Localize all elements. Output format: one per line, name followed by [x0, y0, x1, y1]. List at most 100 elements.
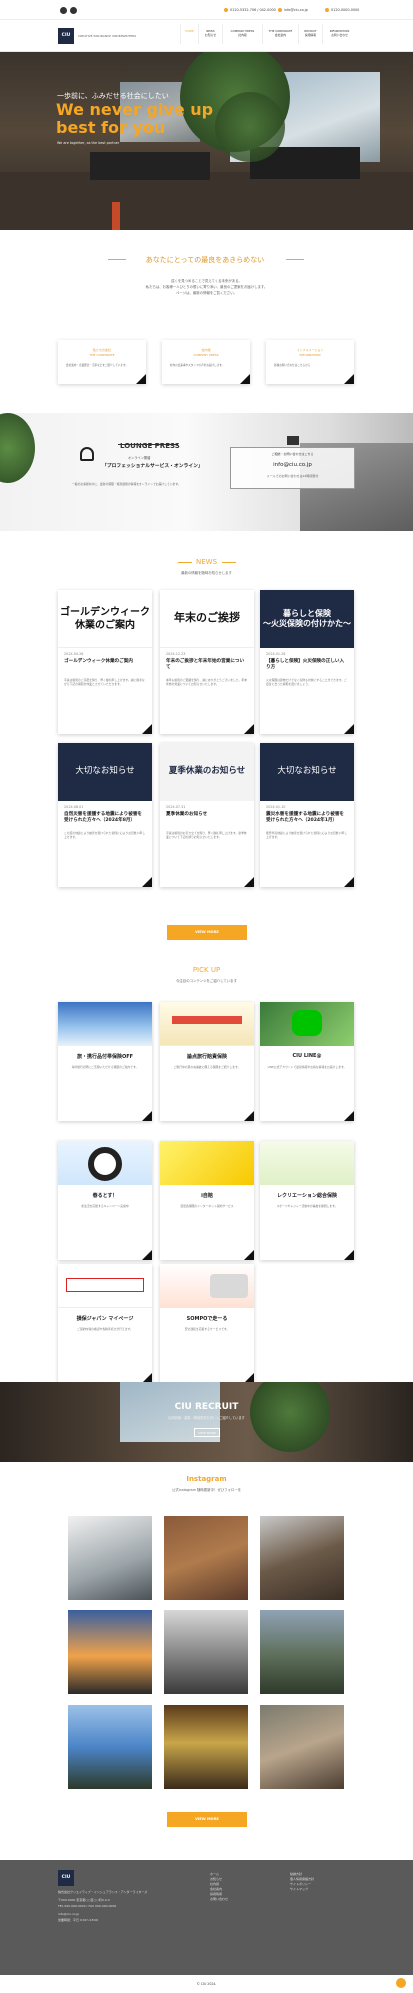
site-footer: CIU 株式会社クリエイティブ・インシュアランス・アンダーライターズ 〒000-…: [0, 1860, 413, 1975]
pickup-image: [160, 1002, 254, 1046]
pickup-image: [58, 1141, 152, 1185]
recruit-view-more-button[interactable]: VIEW MORE: [194, 1428, 220, 1437]
corner-arrow-icon: [142, 1250, 152, 1260]
corner-arrow-icon: [240, 374, 250, 384]
pickup-card[interactable]: SOMPOで走ーる 安全運転を応援するサービスです。: [160, 1264, 254, 1383]
phone-link[interactable]: 0120-5332-706 / 042-0000: [224, 8, 276, 12]
intro-heading: あなたにとっての最良をあきらめない: [145, 256, 265, 264]
plant-decoration: [0, 413, 35, 483]
instagram-photo[interactable]: [164, 1705, 248, 1789]
corner-arrow-icon: [142, 877, 152, 887]
footer-links-2: 勧誘方針 個人情報保護方針 サイトポリシー サイトマップ: [290, 1872, 315, 1891]
mail-box[interactable]: ご相談・お問い合わせはこちら info@ciu.co.jp メールでのお問い合わ…: [230, 436, 355, 489]
lounge-name: 「プロフェッショナルサービス・オンライン」: [102, 464, 203, 469]
nav-corporate[interactable]: THE CORPORATE 会社案内: [262, 24, 298, 44]
pickup-card[interactable]: 損保ジャパン マイページ ご契約内容の確認や各種手続きが行えます。: [58, 1264, 152, 1383]
instagram-photo[interactable]: [260, 1705, 344, 1789]
news-sub: 最新の情報を随時お知らせします: [181, 571, 232, 575]
nav-recruit[interactable]: RECRUIT 採用情報: [298, 24, 322, 44]
feature-card-corporate[interactable]: 私たちの会社 THE CORPORATE 会社案内・企業理念・沿革などをご紹介して…: [58, 340, 146, 384]
pickup-card[interactable]: 旅・携行品付帯保険OFF 海外旅行の際にご活用いただける保険のご案内です。: [58, 1002, 152, 1121]
mail-address[interactable]: info@ciu.co.jp: [231, 462, 354, 468]
headset-icon: [80, 447, 94, 461]
nav-company-press[interactable]: COMPANY PRESS 社内報: [222, 24, 262, 44]
news-card[interactable]: 大切なお知らせ 2024.01.10 震災水害を援護する地震により被害を受けられ…: [260, 743, 354, 887]
news-heading: NEWS: [195, 558, 218, 566]
hero-subtext: We are together, as the best partner: [57, 141, 120, 145]
news-card[interactable]: 大切なお知らせ 2024.08.01 自然災害を援護する地震により被害を受けられ…: [58, 743, 152, 887]
pickup-card[interactable]: i自賠 自賠責保険のインターネット契約サービス: [160, 1141, 254, 1260]
instagram-photo[interactable]: [260, 1516, 344, 1600]
lounge-desc: 一般のお客様向けに、最新の保険・資産運用の情報をオンラインでお届けしています。: [72, 482, 181, 486]
top-bar: 0120-5332-706 / 042-0000 info@ciu.co.jp …: [0, 0, 413, 20]
email-link[interactable]: info@ciu.co.jp: [278, 8, 308, 12]
intro-text: 遠くを見つめることで見えてくる未来がある。 私たちは、お客様一人ひとりの想いに寄…: [145, 279, 268, 295]
lounge-title: LOUNGE PRESS: [120, 442, 180, 450]
logo-subtitle: CREATIVE INSURANCE UNDERWRITERS: [78, 34, 137, 38]
news-card[interactable]: 暮らしと保険 〜火災保険の付けかた〜 2024.01.26 【暮らしと保険】火災…: [260, 590, 354, 734]
news-thumbnail: 大切なお知らせ: [260, 743, 354, 801]
banner-strip: [172, 1016, 242, 1024]
divider: [286, 259, 304, 260]
instagram-photo[interactable]: [68, 1705, 152, 1789]
main-nav: HOME NEWS お知らせ COMPANY PRESS 社内報 THE CORPO…: [180, 24, 356, 44]
pickup-heading: PICK UP: [192, 966, 221, 974]
hero-title: We never give up best for you: [56, 100, 214, 137]
news-card[interactable]: 夏季休業のお知らせ 2024.07.31 夏季休業のお知らせ 平素は格別のお引き…: [160, 743, 254, 887]
feature-card-information[interactable]: インフォメーション INFORMATION 各種お問い合わせはこちらから: [266, 340, 354, 384]
instagram-photo[interactable]: [68, 1516, 152, 1600]
footer-links-1: ホーム お知らせ 社内報 会社案内 採用情報 お問い合わせ: [210, 1872, 229, 1901]
news-view-more-button[interactable]: VIEW MORE: [167, 925, 247, 940]
news-thumbnail: 暮らしと保険 〜火災保険の付けかた〜: [260, 590, 354, 648]
corner-arrow-icon: [244, 1111, 254, 1121]
pickup-card[interactable]: レクリエーション総合保険 スポーツやレジャー活動中の事故を補償します。: [260, 1141, 354, 1260]
hero-desk: [90, 152, 210, 180]
phone-icon: [325, 8, 329, 12]
instagram-view-more-button[interactable]: VIEW MORE: [167, 1812, 247, 1827]
feature-card-press[interactable]: 社内報 COMPANY PRESS 社内の出来事やスタッフの声をお届けします。: [162, 340, 250, 384]
pickup-image: [160, 1141, 254, 1185]
pickup-image: [260, 1002, 354, 1046]
line-icon[interactable]: [70, 7, 77, 14]
pickup-image: [58, 1264, 152, 1308]
news-card[interactable]: 年末のご挨拶 2024.12.23 年末のご挨拶と年末年始の営業について 本年も…: [160, 590, 254, 734]
line-icon: [292, 1010, 322, 1036]
pickup-card[interactable]: 論点旅行賠責保険 ご旅行中の思わぬ事故に備える保険をご紹介します。: [160, 1002, 254, 1121]
corner-arrow-icon: [136, 374, 146, 384]
divider: [222, 562, 236, 563]
lounge-sub: オンライン開催: [128, 456, 151, 460]
panda-icon: [88, 1147, 122, 1181]
news-thumbnail: 夏季休業のお知らせ: [160, 743, 254, 801]
pickup-image: [160, 1264, 254, 1308]
news-card[interactable]: ゴールデンウィーク 休業のご案内 2024.04.26 ゴールデンウィーク休業の…: [58, 590, 152, 734]
instagram-photo[interactable]: [164, 1516, 248, 1600]
corner-arrow-icon: [244, 877, 254, 887]
recruit-banner[interactable]: CIU RECRUIT 採用情報・募集・職場環境を詳しくご紹介しています VIE…: [0, 1382, 413, 1462]
pickup-image: [58, 1002, 152, 1046]
divider: [108, 259, 126, 260]
instagram-photo[interactable]: [164, 1610, 248, 1694]
nav-news[interactable]: NEWS お知らせ: [198, 24, 222, 44]
footer-logo[interactable]: CIU: [58, 1870, 74, 1886]
instagram-photo[interactable]: [260, 1610, 344, 1694]
pickup-card[interactable]: CIU LINE@ LINE公式アカウントで最新情報やお得な情報をお届けします。: [260, 1002, 354, 1121]
phone-link-2[interactable]: 0120-0000-0000: [325, 8, 359, 12]
copyright: © CIU 2024.: [0, 1975, 413, 1993]
pickup-image: [260, 1141, 354, 1185]
corner-arrow-icon: [344, 374, 354, 384]
instagram-photo[interactable]: [68, 1610, 152, 1694]
banner-frame: [66, 1278, 144, 1292]
corner-arrow-icon: [344, 1111, 354, 1121]
instagram-icon[interactable]: [60, 7, 67, 14]
nav-home[interactable]: HOME: [180, 24, 198, 44]
recruit-sub: 採用情報・募集・職場環境を詳しくご紹介しています: [168, 1416, 245, 1420]
nav-information[interactable]: INFORMATION お問い合わせ: [322, 24, 356, 44]
hero-vase: [112, 202, 120, 230]
back-to-top-icon[interactable]: [396, 1978, 406, 1988]
recruit-title: CIU RECRUIT: [174, 1402, 239, 1412]
site-logo[interactable]: CIU: [58, 28, 74, 44]
instagram-sub: 公式Instagram 随時更新中！ぜひフォローを: [171, 1488, 242, 1492]
phone-icon: [224, 8, 228, 12]
corner-arrow-icon: [344, 1250, 354, 1260]
pickup-card[interactable]: 春るとす！ 新生活を応援するキャンペーン実施中: [58, 1141, 152, 1260]
